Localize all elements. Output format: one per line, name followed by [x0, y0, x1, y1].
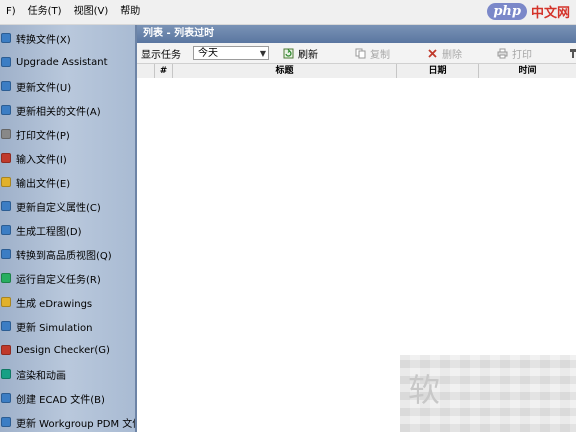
task-icon: [1, 345, 11, 355]
column-spacer: [137, 64, 155, 78]
task-label: 打印文件(P): [16, 130, 70, 142]
refresh-label: 刷新: [298, 49, 318, 61]
task-label: 转换文件(X): [16, 34, 71, 46]
task-icon: [1, 33, 11, 43]
show-tasks-label: 显示任务: [141, 49, 181, 61]
sidebar-task-item[interactable]: 更新 Workgroup PDM 文件: [0, 410, 137, 432]
task-label: 生成 eDrawings: [16, 298, 93, 310]
watermark-glyph: 软: [408, 371, 441, 409]
task-icon: [1, 129, 11, 139]
sidebar-task-item[interactable]: 打印文件(P): [0, 122, 70, 146]
print-label: 打印: [512, 49, 532, 61]
task-label: 生成工程图(D): [16, 226, 82, 238]
sidebar-task-item[interactable]: Design Checker(G): [0, 338, 110, 362]
task-icon: [1, 249, 11, 259]
task-label: 渲染和动画: [16, 370, 66, 382]
sidebar-task-item[interactable]: 运行自定义任务(R): [0, 266, 101, 290]
print-button[interactable]: 打印: [497, 46, 532, 61]
task-filter-select[interactable]: 今天 ▼: [193, 46, 269, 60]
task-icon: [1, 105, 11, 115]
copy-label: 复制: [370, 49, 390, 61]
task-label: 更新 Workgroup PDM 文件: [16, 418, 137, 430]
column-title[interactable]: 标题: [173, 64, 397, 78]
sidebar-task-item[interactable]: 创建 ECAD 文件(B): [0, 386, 105, 410]
task-label: Design Checker(G): [16, 344, 110, 356]
sidebar-task-item[interactable]: 转换到高品质视图(Q): [0, 242, 112, 266]
chevron-down-icon: ▼: [259, 49, 266, 58]
menu-help[interactable]: 帮助: [114, 0, 146, 24]
sidebar-task-item[interactable]: 生成 eDrawings: [0, 290, 92, 314]
column-number[interactable]: #: [155, 64, 173, 78]
task-icon: [1, 153, 11, 163]
sidebar-task-item[interactable]: 更新自定义属性(C): [0, 194, 101, 218]
task-icon: [1, 273, 11, 283]
task-label: 转换到高品质视图(Q): [16, 250, 112, 262]
column-time[interactable]: 时间: [479, 64, 576, 78]
sidebar-task-item[interactable]: 渲染和动画: [0, 362, 66, 386]
refresh-icon: [283, 48, 294, 59]
task-filter-value: 今天: [198, 48, 218, 59]
task-label: 输入文件(I): [16, 154, 67, 166]
task-icon: [1, 321, 11, 331]
toolbar: 显示任务 今天 ▼ 刷新 复制 删除 打印: [137, 43, 576, 64]
overflow-icon[interactable]: [570, 46, 576, 60]
sidebar-task-item[interactable]: 输入文件(I): [0, 146, 67, 170]
panel-header: 列表 - 列表过时: [137, 25, 576, 43]
sidebar-task-item[interactable]: 输出文件(E): [0, 170, 70, 194]
task-label: 创建 ECAD 文件(B): [16, 394, 105, 406]
sidebar-task-item[interactable]: 更新 Simulation: [0, 314, 92, 338]
watermark: 软: [400, 355, 576, 432]
column-date[interactable]: 日期: [397, 64, 479, 78]
column-header-row: # 标题 日期 时间: [137, 64, 576, 79]
task-icon: [1, 201, 11, 211]
sidebar-task-item[interactable]: 转换文件(X): [0, 26, 71, 50]
task-label: 更新自定义属性(C): [16, 202, 101, 214]
task-icon: [1, 393, 11, 403]
copy-button[interactable]: 复制: [355, 46, 390, 61]
menu-tasks[interactable]: 任务(T): [22, 0, 68, 24]
task-label: 运行自定义任务(R): [16, 274, 101, 286]
task-label: 更新相关的文件(A): [16, 106, 101, 118]
task-icon: [1, 297, 11, 307]
delete-button[interactable]: 删除: [427, 46, 462, 61]
task-sidebar: 转换文件(X) Upgrade Assistant 更新文件(U) 更新相关的文件(A…: [0, 25, 137, 432]
delete-icon: [427, 48, 438, 59]
sidebar-task-item[interactable]: 生成工程图(D): [0, 218, 82, 242]
copy-icon: [355, 48, 366, 59]
logo-php: php: [487, 3, 527, 20]
task-label: Upgrade Assistant: [16, 56, 108, 68]
menu-view[interactable]: 视图(V): [68, 0, 115, 24]
delete-label: 删除: [442, 49, 462, 61]
sidebar-task-item[interactable]: 更新文件(U): [0, 74, 71, 98]
task-label: 更新文件(U): [16, 82, 72, 94]
menu-bar: F) 任务(T) 视图(V) 帮助 php 中文网: [0, 0, 576, 25]
site-logo: php 中文网: [487, 2, 570, 21]
printer-icon: [497, 48, 508, 59]
task-icon: [1, 225, 11, 235]
task-icon: [1, 81, 11, 91]
task-label: 更新 Simulation: [16, 322, 93, 334]
task-label: 输出文件(E): [16, 178, 71, 190]
task-icon: [1, 417, 11, 427]
menu-file[interactable]: F): [0, 0, 22, 24]
logo-cn: 中文网: [530, 6, 570, 21]
task-icon: [1, 177, 11, 187]
sidebar-task-item[interactable]: 更新相关的文件(A): [0, 98, 101, 122]
sidebar-task-item[interactable]: Upgrade Assistant: [0, 50, 108, 74]
task-icon: [1, 57, 11, 67]
refresh-button[interactable]: 刷新: [283, 46, 318, 61]
task-icon: [1, 369, 11, 379]
